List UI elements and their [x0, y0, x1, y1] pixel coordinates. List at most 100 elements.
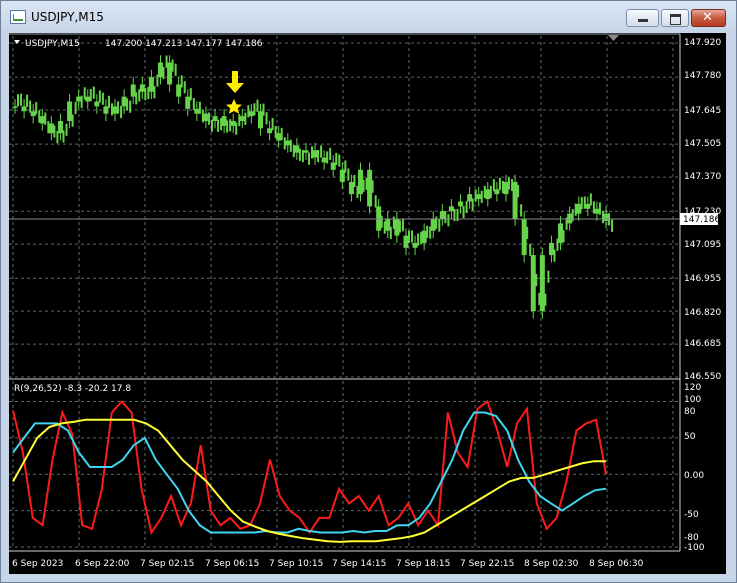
price-candle	[348, 181, 354, 195]
time-label: 8 Sep 02:30	[524, 559, 579, 569]
price-candle	[39, 116, 45, 124]
indicator-line-cyan	[12, 411, 607, 534]
price-candle	[476, 194, 482, 200]
indicator-tick: 80	[684, 407, 696, 417]
time-label: 8 Sep 06:30	[589, 559, 644, 569]
price-candle	[176, 84, 182, 97]
price-candle	[67, 101, 73, 122]
price-candle	[157, 62, 163, 78]
price-candle	[367, 169, 373, 207]
time-label: 7 Sep 02:15	[140, 559, 194, 569]
star-icon	[226, 99, 242, 114]
chart-area[interactable]: USDJPY,M15 147.200 147.213 147.177 147.1…	[9, 33, 726, 574]
minimize-button[interactable]	[626, 9, 659, 27]
chart-window: USDJPY,M15 ✕ USDJPY,M15 147.200 147.213 …	[0, 0, 737, 583]
close-button[interactable]: ✕	[691, 9, 726, 27]
price-candle	[576, 203, 582, 214]
symbol-label: USDJPY,M15	[25, 39, 80, 49]
price-candle	[185, 96, 191, 109]
indicator-axis: 120 100 80 50 0.00 -50 -80 -100	[684, 383, 705, 553]
chart-window-icon	[10, 10, 26, 24]
price-candle	[530, 255, 536, 312]
price-candle	[458, 201, 464, 207]
price-tick: 147.645	[684, 106, 721, 116]
price-candle	[412, 242, 418, 248]
price-candle	[312, 150, 318, 158]
price-candle	[48, 123, 54, 134]
price-tick: 146.685	[684, 339, 721, 349]
price-candle	[230, 121, 236, 126]
maximize-icon	[670, 14, 681, 25]
title-bar[interactable]: USDJPY,M15 ✕	[1, 1, 736, 33]
price-candle	[103, 106, 109, 114]
price-candle	[130, 84, 136, 97]
price-candle	[248, 111, 254, 117]
price-candle	[358, 169, 364, 195]
price-candle	[403, 235, 409, 248]
price-candle	[85, 96, 91, 102]
price-candle	[194, 108, 200, 114]
arrow-down-icon	[226, 71, 244, 93]
chart-canvas[interactable]: USDJPY,M15 147.200 147.213 147.177 147.1…	[9, 33, 726, 574]
price-series	[12, 55, 614, 319]
price-candle	[139, 84, 145, 92]
price-candle	[303, 150, 309, 153]
chart-grid	[9, 36, 679, 549]
price-candle	[385, 218, 391, 231]
price-candle	[30, 111, 36, 117]
close-icon: ✕	[702, 10, 713, 25]
price-candle	[267, 128, 273, 134]
price-candle	[339, 169, 345, 182]
price-candle	[521, 218, 527, 256]
maximize-button[interactable]	[661, 9, 689, 27]
shift-marker-icon[interactable]	[608, 35, 619, 41]
price-candle	[203, 113, 209, 122]
price-candle	[294, 145, 300, 153]
price-tick: 147.920	[684, 38, 721, 48]
price-candle	[212, 116, 218, 122]
price-candle	[321, 157, 327, 163]
indicator-tick: -50	[684, 510, 699, 520]
price-candle	[121, 96, 127, 107]
price-tick: 147.095	[684, 240, 721, 250]
price-candle	[558, 223, 564, 243]
price-candle	[448, 206, 454, 212]
price-candle	[585, 203, 591, 209]
indicator-series	[12, 399, 607, 543]
current-price-label: 147.186	[683, 215, 720, 225]
time-label: 7 Sep 18:15	[396, 559, 450, 569]
time-label: 7 Sep 22:15	[460, 559, 514, 569]
indicator-tick: 0.00	[684, 471, 704, 481]
price-tick: 147.505	[684, 139, 721, 149]
indicator-tick: 100	[684, 395, 701, 405]
price-candle	[330, 162, 336, 170]
price-tick: 147.780	[684, 71, 721, 81]
price-candle	[276, 133, 282, 141]
price-candle	[603, 213, 609, 221]
price-axis: 147.920 147.780 147.645 147.505 147.370 …	[684, 38, 721, 382]
price-candle	[285, 140, 291, 146]
price-tick: 146.550	[684, 372, 721, 382]
price-tick: 146.820	[684, 308, 721, 318]
minimize-icon	[638, 19, 648, 22]
ohlc-values: 147.200 147.213 147.177 147.186	[105, 39, 263, 49]
price-candle	[548, 242, 554, 256]
time-label: 7 Sep 14:15	[332, 559, 386, 569]
price-candle	[394, 218, 400, 236]
price-candle	[421, 230, 427, 243]
time-label: 6 Sep 2023	[12, 559, 63, 569]
price-candle	[485, 189, 491, 200]
price-candle	[494, 189, 500, 195]
symbol-dropdown-icon[interactable]	[14, 40, 20, 44]
indicator-tick: 120	[684, 383, 701, 393]
indicator-tick: -80	[684, 533, 699, 543]
price-candle	[257, 111, 263, 129]
window-title: USDJPY,M15	[31, 10, 104, 24]
price-candle	[503, 181, 509, 195]
price-candle	[239, 116, 245, 122]
price-candle	[467, 194, 473, 202]
indicator-tick: -100	[684, 543, 705, 553]
time-label: 7 Sep 06:15	[205, 559, 259, 569]
price-tick: 146.955	[684, 274, 721, 284]
price-candle	[21, 106, 27, 112]
